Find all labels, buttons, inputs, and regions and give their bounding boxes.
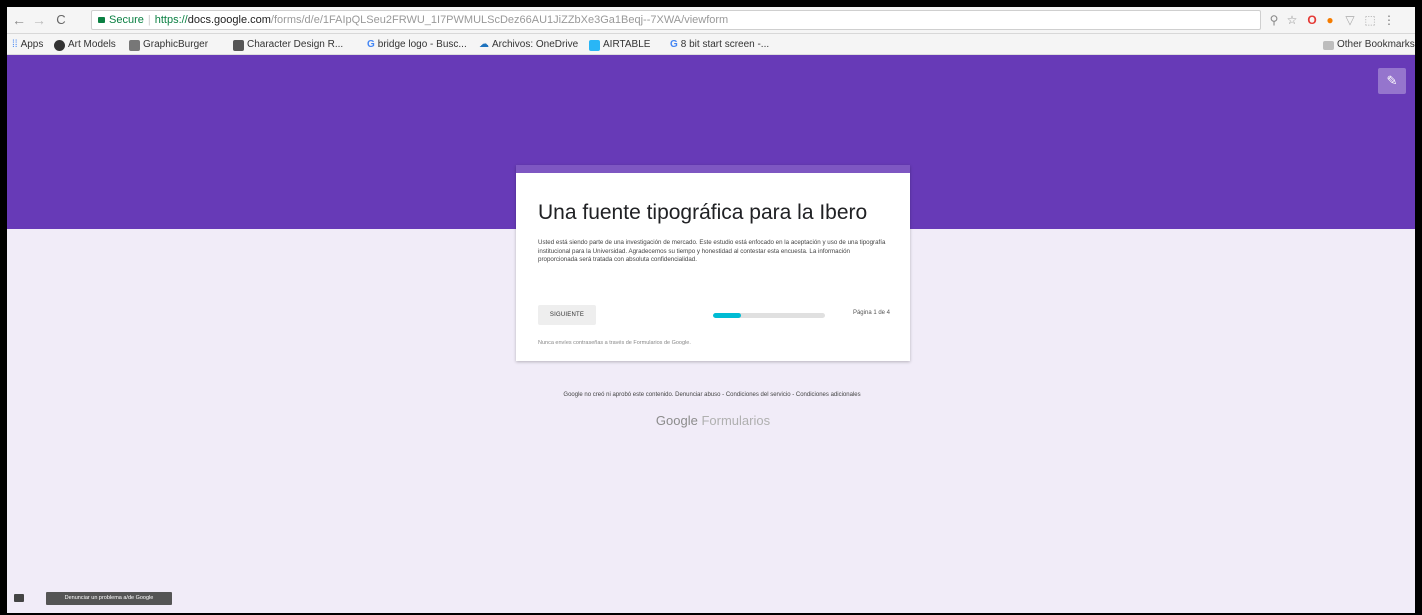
bookmark-character-design[interactable]: Character Design R... xyxy=(233,38,343,52)
onedrive-cloud-icon: ☁ xyxy=(479,39,489,50)
bookmark-label: Other Bookmarks xyxy=(1337,39,1415,50)
google-favicon: G xyxy=(670,39,678,50)
url-host: docs.google.com xyxy=(187,14,271,26)
bookmarks-bar: ⁞⁞ Apps Art Models GraphicBurger Characte… xyxy=(7,34,1415,55)
folder-icon xyxy=(1323,40,1334,50)
bookmark-label: Art Models xyxy=(68,39,116,50)
bookmark-onedrive[interactable]: ☁ Archivos: OneDrive xyxy=(479,38,578,52)
bookmark-bridge-logo[interactable]: Gbridge logo - Busc... xyxy=(367,38,467,52)
google-forms-logo[interactable]: Google Formularios xyxy=(607,413,819,428)
report-problem-button[interactable]: Denunciar un problema a/de Google xyxy=(46,592,172,605)
google-favicon: G xyxy=(367,39,375,50)
address-bar[interactable]: Secure | https://docs.google.com/forms/d/e… xyxy=(91,10,1261,30)
apps-grid-icon: ⁞⁞ xyxy=(12,39,18,50)
bookmark-label: AIRTABLE xyxy=(603,39,651,50)
bookmark-label: bridge logo - Busc... xyxy=(377,39,467,50)
form-description: Usted está siendo parte de una investiga… xyxy=(538,239,886,264)
zoom-icon[interactable]: ⚲ xyxy=(1267,12,1281,28)
url-path: /forms/d/e/1FAIpQLSeu2FRWU_1I7PWMULScDez… xyxy=(270,14,729,26)
progress-bar xyxy=(713,313,825,318)
bookmark-graphicburger[interactable]: GraphicBurger xyxy=(129,38,208,52)
back-button[interactable]: ← xyxy=(11,11,27,29)
form-title: Una fuente tipográfica para la Ibero xyxy=(538,201,868,224)
next-button[interactable]: SIGUIENTE xyxy=(538,305,596,325)
progress-fill xyxy=(713,313,741,318)
opera-extension-icon[interactable]: O xyxy=(1305,12,1319,28)
card-accent-bar xyxy=(516,165,910,173)
secure-label: Secure xyxy=(109,14,144,26)
fox-extension-icon[interactable]: ● xyxy=(1323,12,1337,28)
lock-icon xyxy=(98,17,105,24)
url-separator: | xyxy=(147,14,151,26)
bookmark-apps[interactable]: ⁞⁞ Apps xyxy=(12,38,43,52)
bookmark-star-icon[interactable]: ☆ xyxy=(1285,12,1299,28)
url-protocol: https:// xyxy=(154,14,188,26)
airtable-favicon xyxy=(589,39,600,51)
page-indicator: Página 1 de 4 xyxy=(852,310,890,316)
forward-button[interactable]: → xyxy=(31,11,47,29)
bookmark-airtable[interactable]: AIRTABLE xyxy=(589,38,650,52)
password-warning: Nunca envíes contraseñas a través de For… xyxy=(538,340,691,346)
character-design-favicon xyxy=(233,39,244,51)
extension-icon[interactable]: ⬚ xyxy=(1363,12,1377,28)
logo-formularios-text: Formularios xyxy=(701,413,771,428)
form-card: Una fuente tipográfica para la Ibero Ust… xyxy=(516,165,910,361)
bookmark-label: GraphicBurger xyxy=(143,39,209,50)
bookmark-art-models[interactable]: Art Models xyxy=(54,38,116,52)
bookmark-label: Archivos: OneDrive xyxy=(492,39,579,50)
bookmark-label: 8 bit start screen -... xyxy=(680,39,770,50)
browser-window: ← → C Secure | https://docs.google.com/for… xyxy=(7,7,1415,613)
browser-toolbar: ← → C Secure | https://docs.google.com/for… xyxy=(7,7,1415,34)
art-models-favicon xyxy=(54,39,65,51)
shield-extension-icon[interactable]: ▽ xyxy=(1343,12,1357,28)
bookmark-label: Apps xyxy=(20,39,44,50)
footer-links[interactable]: Google no creó ni aprobó este contenido.… xyxy=(507,392,917,398)
bookmark-8bit-screen[interactable]: G8 bit start screen -... xyxy=(670,38,769,52)
report-flag-icon[interactable] xyxy=(14,594,24,602)
other-bookmarks[interactable]: Other Bookmarks xyxy=(1323,38,1415,52)
logo-google-text: Google xyxy=(655,413,698,428)
bookmark-label: Character Design R... xyxy=(247,39,344,50)
reload-button[interactable]: C xyxy=(53,11,69,29)
edit-pencil-button[interactable]: ✎ xyxy=(1378,68,1406,94)
graphicburger-favicon xyxy=(129,39,140,51)
chrome-menu-icon[interactable]: ⋮ xyxy=(1382,12,1396,28)
